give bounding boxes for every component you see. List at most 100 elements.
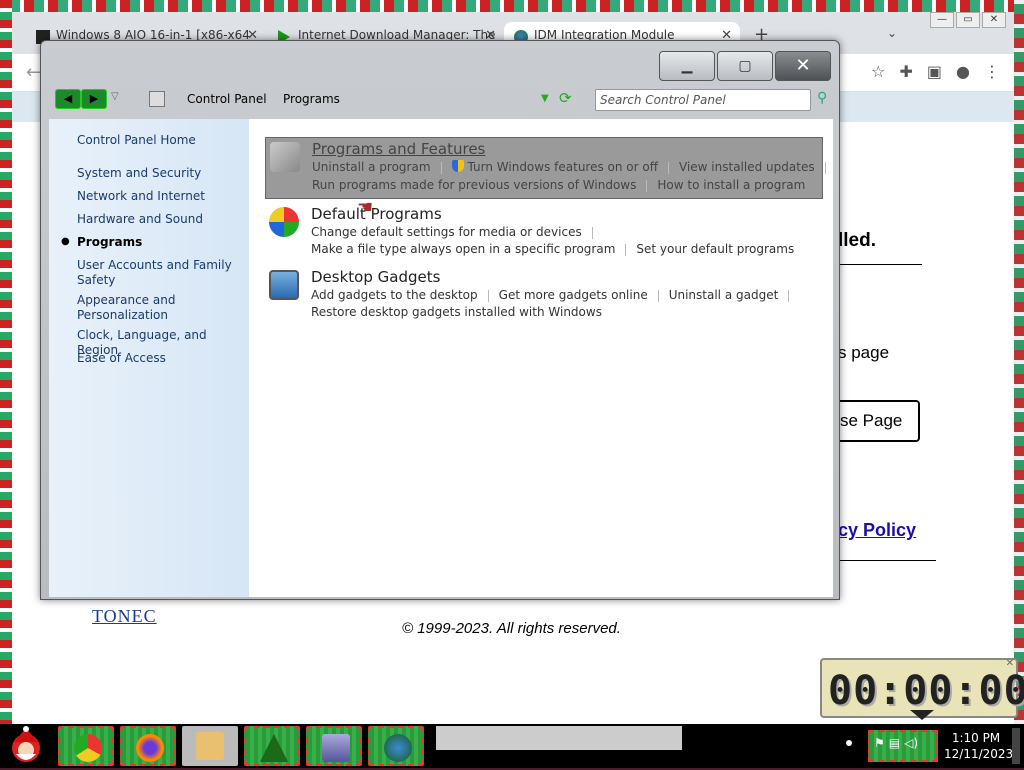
minimize-button[interactable]: — <box>930 12 954 28</box>
privacy-policy-link[interactable]: acy Policy <box>828 520 916 541</box>
uninstall-program-link[interactable]: Uninstall a program <box>312 160 431 174</box>
current-page-bullet: ● <box>61 236 70 247</box>
sidebar-item-user-accounts[interactable]: User Accounts and Family Safety <box>77 258 242 288</box>
programs-features-links-row1: Uninstall a program Turn Windows features… <box>312 160 836 174</box>
programs-features-links-row2: Run programs made for previous versions … <box>312 178 805 192</box>
installed-heading: lled. <box>838 230 877 251</box>
link-separator <box>646 179 648 192</box>
add-gadgets-link[interactable]: Add gadgets to the desktop <box>311 288 478 302</box>
back-arrow-icon[interactable]: ← <box>26 62 41 83</box>
santa-start-icon <box>12 726 40 762</box>
desktop-gadgets-links-row2: Restore desktop gadgets installed with W… <box>311 305 602 319</box>
search-input[interactable]: Search Control Panel <box>595 89 811 111</box>
taskbar-empty-area <box>436 726 682 750</box>
maximize-button[interactable]: ▭ <box>956 12 980 28</box>
breadcrumb-control-panel[interactable]: Control Panel <box>187 92 267 106</box>
firefox-icon <box>136 734 164 762</box>
sidebar-item-programs[interactable]: Programs <box>77 235 242 250</box>
more-gadgets-link[interactable]: Get more gadgets online <box>499 288 648 302</box>
timer-widget[interactable]: ✕ 00:00:00 <box>820 658 1024 720</box>
timer-dropdown-icon[interactable] <box>910 710 934 720</box>
link-separator <box>625 243 627 256</box>
chrome-icon <box>74 734 102 762</box>
cp-maximize-button[interactable]: ▢ <box>717 51 773 81</box>
tonec-link[interactable]: TONEC <box>92 606 157 627</box>
taskbar-chrome[interactable] <box>58 726 114 766</box>
taskbar-explorer[interactable] <box>182 726 238 766</box>
action-center-flag-icon[interactable]: ⚑ <box>874 736 885 750</box>
uninstall-gadget-link[interactable]: Uninstall a gadget <box>669 288 779 302</box>
sidebar-item-hardware[interactable]: Hardware and Sound <box>77 212 242 227</box>
idm-icon <box>384 734 412 762</box>
desktop-gadgets-links-row1: Add gadgets to the desktop Get more gadge… <box>311 288 799 302</box>
how-to-install-link[interactable]: How to install a program <box>657 178 805 192</box>
windows-features-link[interactable]: Turn Windows features on or off <box>468 160 659 174</box>
chrome-window-controls: — ▭ ✕ <box>928 12 1006 32</box>
view-updates-link[interactable]: View installed updates <box>679 160 815 174</box>
clock[interactable]: 1:10 PM 12/11/2023 <box>944 730 1014 762</box>
tray-indicator <box>846 740 852 746</box>
folder-icon <box>196 732 224 760</box>
default-programs-icon <box>269 207 299 237</box>
cp-main-pane: Programs and Features Uninstall a progra… <box>249 119 833 597</box>
taskbar-idm[interactable] <box>368 726 424 766</box>
sidebar-item-system-security[interactable]: System and Security <box>77 166 242 181</box>
cp-minimize-button[interactable]: ▁ <box>659 51 715 81</box>
compat-programs-link[interactable]: Run programs made for previous versions … <box>312 178 636 192</box>
programs-features-title[interactable]: Programs and Features <box>312 140 485 158</box>
chrome-menu-icon[interactable]: ⋮ <box>984 62 1000 81</box>
restore-gadgets-link[interactable]: Restore desktop gadgets installed with W… <box>311 305 602 319</box>
section-programs-features: Programs and Features Uninstall a progra… <box>265 137 826 199</box>
show-desktop-button[interactable] <box>1012 728 1020 764</box>
control-panel-window: ▁ ▢ ✕ ◀ ▶ ▽ Control Panel Programs ▼ ⟳ S… <box>40 40 840 600</box>
desktop-gadgets-title[interactable]: Desktop Gadgets <box>311 268 440 286</box>
search-icon[interactable]: ⚲ <box>817 90 827 106</box>
side-panel-icon[interactable]: ▣ <box>927 62 942 81</box>
taskbar-control-panel[interactable] <box>306 726 362 766</box>
link-separator <box>788 289 790 302</box>
toolbar-icons: ☆ ✚ ▣ ● ⋮ <box>871 62 1000 81</box>
cp-window-controls: ▁ ▢ ✕ <box>659 51 831 81</box>
sidebar-item-appearance[interactable]: Appearance and Personalization <box>77 293 242 323</box>
bookmark-star-icon[interactable]: ☆ <box>871 62 885 81</box>
forward-button[interactable]: ▶ <box>81 89 107 109</box>
sidebar-item-ease-of-access[interactable]: Ease of Access <box>77 351 242 366</box>
cp-close-button[interactable]: ✕ <box>775 51 831 81</box>
profile-avatar-icon[interactable]: ● <box>956 62 970 81</box>
link-separator <box>668 161 670 174</box>
hand-cursor-icon: ☚ <box>357 197 374 218</box>
volume-icon[interactable]: ◁) <box>904 736 918 750</box>
default-programs-title[interactable]: Default Programs <box>311 205 442 223</box>
programs-features-icon <box>270 142 300 172</box>
media-defaults-link[interactable]: Change default settings for media or dev… <box>311 225 582 239</box>
default-programs-links-row2: Make a file type always open in a specif… <box>311 242 794 256</box>
christmas-tree-icon <box>260 734 288 762</box>
taskbar: ⚑ ▤ ◁) 1:10 PM 12/11/2023 <box>0 724 1024 768</box>
taskbar-christmas-app[interactable] <box>244 726 300 766</box>
desktop-pattern-top <box>0 0 1024 12</box>
start-button[interactable] <box>4 726 48 766</box>
extensions-puzzle-icon[interactable]: ✚ <box>900 62 913 81</box>
address-dropdown-icon[interactable]: ▼ <box>541 93 549 104</box>
link-separator <box>824 161 826 174</box>
refresh-icon[interactable]: ⟳ <box>559 89 572 107</box>
breadcrumb-programs[interactable]: Programs <box>283 92 340 106</box>
desktop-gadgets-icon <box>269 270 299 300</box>
desktop-pattern-right <box>1014 0 1024 768</box>
cp-body: Control Panel Home System and Security N… <box>49 119 833 597</box>
sidebar-item-network[interactable]: Network and Internet <box>77 189 242 204</box>
network-icon[interactable]: ▤ <box>889 736 900 750</box>
taskbar-firefox[interactable] <box>120 726 176 766</box>
close-button[interactable]: ✕ <box>982 12 1006 28</box>
recent-pages-chevron-icon[interactable]: ▽ <box>111 91 119 102</box>
tab-search-chevron-icon[interactable]: ⌄ <box>887 26 897 40</box>
desktop-pattern-left <box>0 0 12 768</box>
back-button[interactable]: ◀ <box>55 89 81 109</box>
uac-shield-icon <box>451 160 464 172</box>
file-type-link[interactable]: Make a file type always open in a specif… <box>311 242 615 256</box>
clock-date: 12/11/2023 <box>944 747 1014 761</box>
section-desktop-gadgets: Desktop Gadgets Add gadgets to the deskt… <box>265 266 823 324</box>
sidebar-item-home[interactable]: Control Panel Home <box>77 133 242 148</box>
cp-sidebar: Control Panel Home System and Security N… <box>49 119 249 597</box>
set-defaults-link[interactable]: Set your default programs <box>636 242 794 256</box>
